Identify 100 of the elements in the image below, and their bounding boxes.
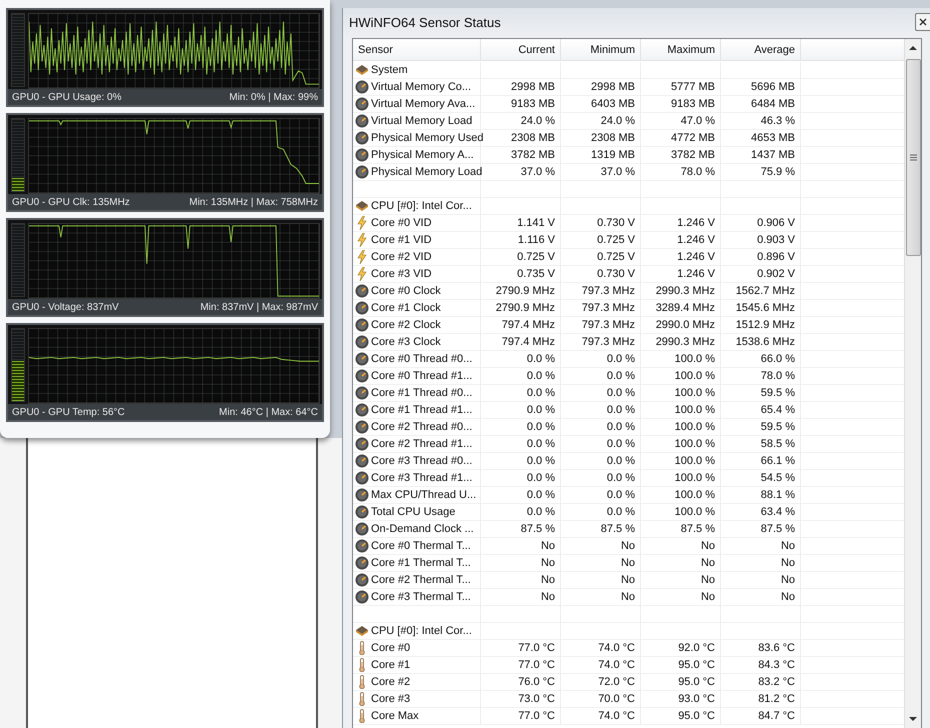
column-header[interactable]: Sensor	[353, 39, 481, 60]
sensor-name: Max CPU/Thread U...	[371, 489, 476, 501]
gauge-icon	[355, 454, 369, 468]
table-cell: 100.0 %	[641, 487, 721, 503]
close-button[interactable]	[915, 13, 930, 31]
table-cell: 1.116 V	[481, 232, 561, 248]
table-cell: 0.0 %	[481, 487, 561, 503]
grip-icon	[910, 154, 916, 161]
sensor-name: Core #2	[371, 676, 410, 688]
table-cell: 1.246 V	[641, 249, 721, 265]
sensor-name: Core #0 Thermal T...	[371, 540, 471, 552]
table-cell: 4653 MB	[721, 130, 801, 146]
gauge-icon	[355, 369, 369, 383]
table-cell: 2308 MB	[561, 130, 641, 146]
graph-label: GPU0 - GPU Usage: 0%	[12, 92, 122, 102]
sensor-name: Core #0 Clock	[371, 285, 441, 297]
table-cell: No	[561, 538, 641, 554]
table-cell: 37.0 %	[561, 164, 641, 180]
column-header[interactable]: Average	[721, 39, 801, 60]
table-cell: 3782 MB	[641, 147, 721, 163]
table-cell: 0.0 %	[561, 436, 641, 452]
table-cell: No	[641, 538, 721, 554]
table-cell: 0.906 V	[721, 215, 801, 231]
table-cell: 84.3 °C	[721, 657, 801, 673]
table-cell: No	[721, 572, 801, 588]
scroll-up-icon[interactable]	[908, 43, 918, 53]
table-cell: 0.0 %	[481, 453, 561, 469]
lightning-icon	[355, 250, 369, 264]
table-cell: 100.0 %	[641, 368, 721, 384]
sensor-name: Core #0 Thread #0...	[371, 353, 472, 365]
table-cell: 66.0 %	[721, 351, 801, 367]
column-header[interactable]: Current	[481, 39, 561, 60]
sensor-name: Physical Memory Load	[371, 166, 482, 178]
gauge-icon	[355, 437, 369, 451]
gauge-icon	[355, 352, 369, 366]
sensor-name: Core #3 Thread #1...	[371, 472, 472, 484]
gauge-icon	[355, 114, 369, 128]
table-cell: No	[721, 555, 801, 571]
gauge-icon	[355, 522, 369, 536]
gauge-icon	[355, 420, 369, 434]
sensor-name: Virtual Memory Ava...	[371, 98, 476, 110]
table-cell: 81.2 °C	[721, 691, 801, 707]
table-cell: 0.0 %	[561, 402, 641, 418]
table-cell: 100.0 %	[641, 385, 721, 401]
table-cell: 0.725 V	[561, 249, 641, 265]
table-cell: 3289.4 MHz	[641, 300, 721, 316]
table-cell: 0.730 V	[561, 266, 641, 282]
table-cell: 1512.9 MHz	[721, 317, 801, 333]
table-cell: 100.0 %	[641, 470, 721, 486]
table-cell: 1.246 V	[641, 266, 721, 282]
sensor-name: Core #2 VID	[371, 251, 432, 263]
column-header[interactable]: Minimum	[561, 39, 641, 60]
table-cell: 88.1 %	[721, 487, 801, 503]
scrollbar[interactable]	[904, 39, 921, 728]
table-cell: 87.5 %	[481, 521, 561, 537]
table-cell: 2990.3 MHz	[641, 334, 721, 350]
table-cell: 66.1 %	[721, 453, 801, 469]
table-cell: No	[561, 572, 641, 588]
table-cell: 0.0 %	[481, 419, 561, 435]
table-cell: 84.7 °C	[721, 708, 801, 724]
table-cell: 797.3 MHz	[561, 317, 641, 333]
table-cell: 83.2 °C	[721, 674, 801, 690]
table-cell: No	[641, 555, 721, 571]
table-cell: No	[561, 589, 641, 605]
table-cell: 0.0 %	[561, 470, 641, 486]
sensor-name: Core #1 Thermal T...	[371, 557, 471, 569]
sensor-name: Core #2 Clock	[371, 319, 441, 331]
table-cell: 0.0 %	[561, 385, 641, 401]
table-cell: 92.0 °C	[641, 640, 721, 656]
table-cell: 63.4 %	[721, 504, 801, 520]
scroll-down-icon[interactable]	[908, 714, 918, 724]
sensor-name: Core #1 Thread #1...	[371, 404, 472, 416]
table-cell: No	[641, 589, 721, 605]
gauge-icon	[355, 556, 369, 570]
scrollbar-thumb[interactable]	[906, 59, 920, 256]
table-cell: 0.730 V	[561, 215, 641, 231]
table-cell: 1562.7 MHz	[721, 283, 801, 299]
table-cell: 100.0 %	[641, 419, 721, 435]
column-header[interactable]: Maximum	[641, 39, 721, 60]
gauge-icon	[355, 80, 369, 94]
table-cell: 87.5 %	[561, 521, 641, 537]
table-cell: No	[481, 555, 561, 571]
sensor-name: Core #2 Thread #0...	[371, 421, 472, 433]
table-cell: 1.141 V	[481, 215, 561, 231]
gauge-icon	[355, 386, 369, 400]
table-cell: 0.725 V	[561, 232, 641, 248]
lightning-icon	[355, 216, 369, 230]
table-cell: 100.0 %	[641, 453, 721, 469]
table-cell: 2790.9 MHz	[481, 283, 561, 299]
table-cell: 0.0 %	[561, 419, 641, 435]
sensor-name: Core #0	[371, 642, 410, 654]
table-cell: 77.0 °C	[481, 657, 561, 673]
table-cell: 0.0 %	[561, 368, 641, 384]
table-cell: 0.0 %	[481, 402, 561, 418]
graph-range: Min: 837mV | Max: 987mV	[200, 302, 318, 312]
table-cell: 47.0 %	[641, 113, 721, 129]
table-cell: 0.0 %	[481, 368, 561, 384]
table-cell: 87.5 %	[641, 521, 721, 537]
gauge-icon	[355, 471, 369, 485]
table-cell: No	[721, 538, 801, 554]
